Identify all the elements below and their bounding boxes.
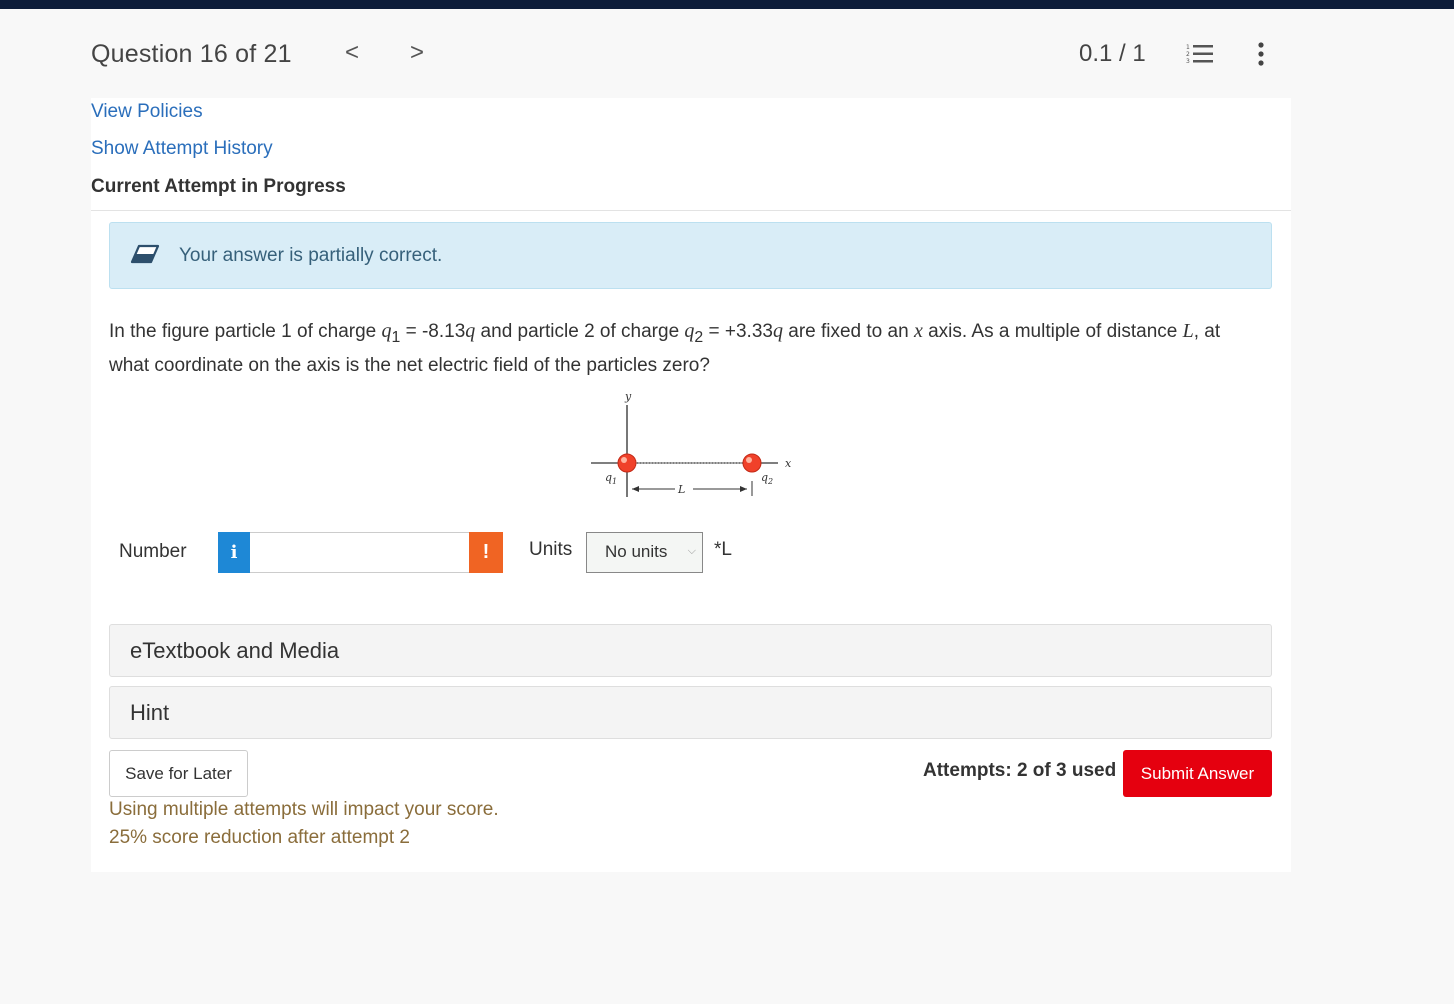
unit-multiplier: *L: [714, 539, 732, 560]
question-text: In the figure particle 1 of charge q1 = …: [109, 320, 1221, 376]
x-axis-label: x: [785, 457, 792, 470]
etextbook-media-label: eTextbook and Media: [130, 638, 340, 663]
hint-label: Hint: [130, 700, 170, 725]
attempt-status-title: Current Attempt in Progress: [91, 176, 346, 197]
divider: [91, 210, 1291, 211]
show-attempt-history-link[interactable]: Show Attempt History: [91, 138, 273, 160]
feedback-text: Your answer is partially correct.: [179, 245, 443, 266]
question-panel: View Policies Show Attempt History Curre…: [91, 98, 1291, 872]
score-reduction-note: 25% score reduction after attempt 2: [109, 827, 410, 848]
next-question-button[interactable]: >: [410, 39, 424, 67]
warning-button[interactable]: !: [469, 532, 503, 573]
number-answer-input[interactable]: [250, 532, 469, 573]
vertical-ellipsis-icon[interactable]: [1252, 41, 1270, 67]
svg-text:3: 3: [1186, 58, 1190, 65]
submit-answer-button[interactable]: Submit Answer: [1123, 750, 1272, 797]
distance-L-label: L: [677, 483, 685, 496]
chevron-down-icon: ⌵: [687, 545, 696, 557]
view-policies-link[interactable]: View Policies: [91, 101, 203, 123]
units-label: Units: [529, 539, 573, 560]
attempts-counter: Attempts: 2 of 3 used: [923, 760, 1117, 781]
save-for-later-button[interactable]: Save for Later: [109, 750, 248, 797]
number-label: Number: [119, 541, 187, 562]
question-score: 0.1 / 1: [1079, 40, 1146, 67]
charge-figure: y x q1 q2 L: [591, 390, 792, 497]
hint-section[interactable]: Hint: [109, 686, 1272, 739]
svg-text:2: 2: [1186, 51, 1190, 58]
particle-2: [742, 453, 762, 473]
particle-1: [617, 453, 637, 473]
previous-question-button[interactable]: <: [345, 39, 359, 67]
attempts-note: Using multiple attempts will impact your…: [109, 799, 499, 820]
info-button[interactable]: i: [218, 532, 250, 573]
q2-label: q2: [761, 471, 773, 486]
feedback-alert: Your answer is partially correct.: [109, 222, 1272, 289]
question-header: Question 16 of 21 < > 0.1 / 1 1 2 3: [0, 9, 1454, 98]
svg-text:1: 1: [1186, 44, 1190, 51]
y-axis-label: y: [624, 390, 632, 403]
units-selected-value: No units: [605, 542, 668, 561]
q1-label: q1: [605, 471, 617, 486]
units-select[interactable]: No units ⌵: [586, 532, 703, 573]
top-bar: [0, 0, 1454, 9]
etextbook-media-section[interactable]: eTextbook and Media: [109, 624, 1272, 677]
eraser-icon: [130, 244, 160, 264]
numbered-list-icon[interactable]: 1 2 3: [1186, 42, 1214, 66]
question-counter: Question 16 of 21: [91, 40, 292, 68]
